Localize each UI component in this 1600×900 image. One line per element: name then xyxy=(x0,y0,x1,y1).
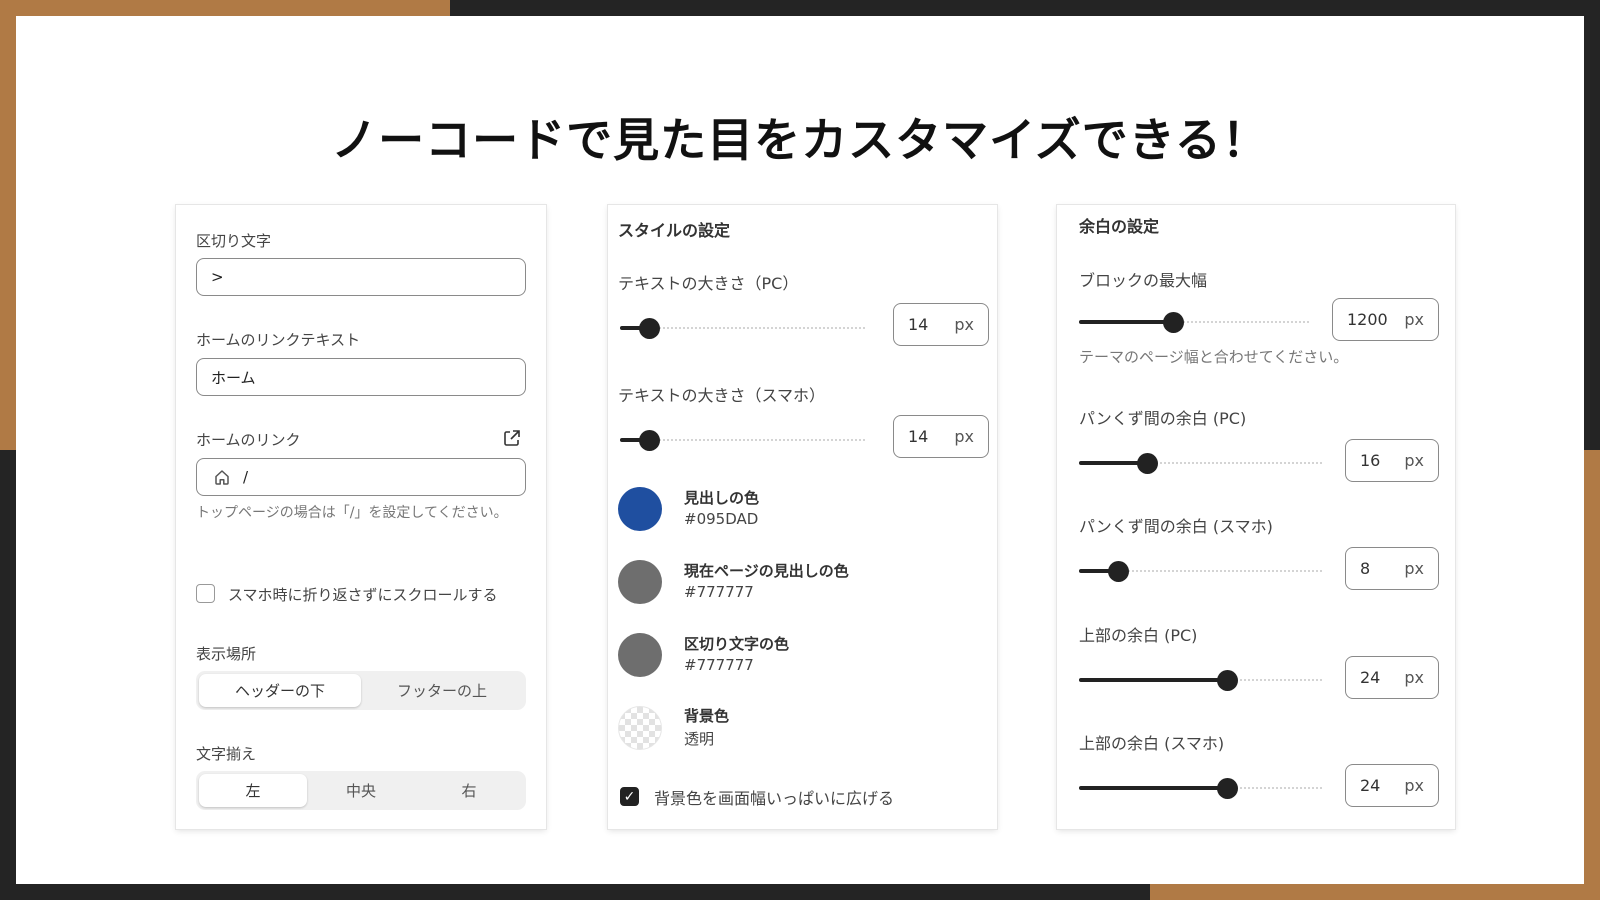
home-link-value: / xyxy=(243,468,249,486)
align-segmented-control: 左 中央 右 xyxy=(196,771,526,810)
slider-thumb[interactable] xyxy=(1137,453,1159,474)
max-width-input[interactable]: 1200 px xyxy=(1332,298,1439,341)
gap-sp-input[interactable]: 8 px xyxy=(1345,547,1439,590)
spacing-settings-panel: 余白の設定 ブロックの最大幅 1200 px テーマのページ幅と合わせてください… xyxy=(1057,205,1455,829)
position-label: 表示場所 xyxy=(196,645,257,663)
gap-pc-slider[interactable] xyxy=(1079,453,1322,474)
home-link-hint: トップページの場合は「/」を設定してください。 xyxy=(196,505,508,521)
separator-input[interactable]: > xyxy=(196,258,526,296)
gap-sp-unit: px xyxy=(1404,559,1424,578)
align-label: 文字揃え xyxy=(196,745,257,763)
slider-thumb[interactable] xyxy=(639,430,661,451)
slider-thumb[interactable] xyxy=(1163,312,1185,333)
gap-sp-value: 8 xyxy=(1360,559,1371,578)
top-sp-slider[interactable] xyxy=(1079,778,1322,799)
slide-canvas: ノーコードで見た目をカスタマイズできる！ 区切り文字 > ホームのリンクテキスト… xyxy=(16,16,1584,884)
top-sp-input[interactable]: 24 px xyxy=(1345,764,1439,807)
max-width-hint: テーマのページ幅と合わせてください。 xyxy=(1079,348,1349,366)
heading-color-value: #095DAD xyxy=(684,510,759,528)
top-pc-label: 上部の余白 (PC) xyxy=(1079,626,1198,645)
no-wrap-label: スマホ時に折り返さずにスクロールする xyxy=(228,586,498,604)
spacing-settings-title: 余白の設定 xyxy=(1079,217,1160,236)
style-settings-title: スタイルの設定 xyxy=(618,221,731,240)
slider-thumb[interactable] xyxy=(639,318,661,339)
top-pc-unit: px xyxy=(1404,668,1424,687)
top-pc-input[interactable]: 24 px xyxy=(1345,656,1439,699)
gap-pc-value: 16 xyxy=(1360,451,1381,470)
align-option-center[interactable]: 中央 xyxy=(307,774,415,807)
home-icon xyxy=(215,470,229,485)
current-heading-color-value: #777777 xyxy=(684,583,754,601)
home-text-label: ホームのリンクテキスト xyxy=(196,331,361,349)
home-link-input[interactable]: / xyxy=(196,458,526,496)
gap-sp-label: パンくず間の余白 (スマホ) xyxy=(1079,517,1273,536)
full-width-label: 背景色を画面幅いっぱいに広げる xyxy=(654,789,895,808)
text-size-pc-slider[interactable] xyxy=(620,318,865,339)
background-color-swatch[interactable] xyxy=(618,706,662,750)
text-size-sp-unit: px xyxy=(954,427,974,446)
text-size-sp-slider[interactable] xyxy=(620,430,865,451)
gap-pc-input[interactable]: 16 px xyxy=(1345,439,1439,482)
separator-color-value: #777777 xyxy=(684,656,754,674)
position-option-header[interactable]: ヘッダーの下 xyxy=(199,674,361,707)
style-settings-panel: スタイルの設定 テキストの大きさ（PC） 14 px テキストの大きさ（スマホ）… xyxy=(608,205,997,829)
background-color-label: 背景色 xyxy=(684,707,730,725)
max-width-value: 1200 xyxy=(1347,310,1388,329)
text-size-pc-label: テキストの大きさ（PC） xyxy=(618,274,799,293)
gap-pc-unit: px xyxy=(1404,451,1424,470)
top-sp-unit: px xyxy=(1404,776,1424,795)
headline: ノーコードで見た目をカスタマイズできる！ xyxy=(331,113,1269,167)
slider-thumb[interactable] xyxy=(1107,561,1129,582)
text-size-pc-value: 14 xyxy=(908,315,929,334)
align-option-left[interactable]: 左 xyxy=(199,774,307,807)
breadcrumb-settings-panel: 区切り文字 > ホームのリンクテキスト ホーム ホームのリンク / トップページ… xyxy=(176,205,546,829)
slider-thumb[interactable] xyxy=(1217,778,1239,799)
separator-color-label: 区切り文字の色 xyxy=(684,635,790,653)
text-size-pc-unit: px xyxy=(954,315,974,334)
text-size-pc-input[interactable]: 14 px xyxy=(893,303,989,346)
separator-label: 区切り文字 xyxy=(196,232,272,250)
home-link-label: ホームのリンク xyxy=(196,431,301,449)
text-size-sp-input[interactable]: 14 px xyxy=(893,415,989,458)
top-sp-value: 24 xyxy=(1360,776,1381,795)
max-width-slider[interactable] xyxy=(1079,312,1309,333)
separator-color-swatch[interactable] xyxy=(618,633,662,677)
gap-sp-slider[interactable] xyxy=(1079,561,1322,582)
background-color-value: 透明 xyxy=(684,730,715,748)
external-link-icon[interactable] xyxy=(503,429,521,447)
full-width-checkbox[interactable]: ✓ xyxy=(620,787,639,806)
max-width-unit: px xyxy=(1404,310,1424,329)
heading-color-label: 見出しの色 xyxy=(684,489,760,507)
top-sp-label: 上部の余白 (スマホ) xyxy=(1079,734,1225,753)
current-heading-color-label: 現在ページの見出しの色 xyxy=(684,562,849,580)
text-size-sp-value: 14 xyxy=(908,427,929,446)
no-wrap-checkbox[interactable] xyxy=(196,584,215,603)
heading-color-swatch[interactable] xyxy=(618,487,662,531)
align-option-right[interactable]: 右 xyxy=(415,774,523,807)
top-pc-slider[interactable] xyxy=(1079,670,1322,691)
position-option-footer[interactable]: フッターの上 xyxy=(361,674,523,707)
text-size-sp-label: テキストの大きさ（スマホ） xyxy=(618,386,826,405)
slider-thumb[interactable] xyxy=(1217,670,1239,691)
position-segmented-control: ヘッダーの下 フッターの上 xyxy=(196,671,526,710)
top-pc-value: 24 xyxy=(1360,668,1381,687)
gap-pc-label: パンくず間の余白 (PC) xyxy=(1079,409,1247,428)
current-heading-color-swatch[interactable] xyxy=(618,560,662,604)
max-width-label: ブロックの最大幅 xyxy=(1079,271,1208,290)
home-text-input[interactable]: ホーム xyxy=(196,358,526,396)
